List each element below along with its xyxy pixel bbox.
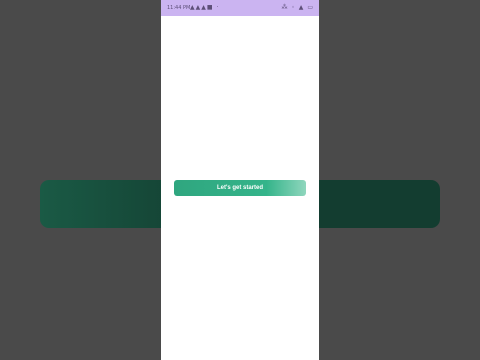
notification-icons: ▲▲▲■ · <box>190 4 220 11</box>
status-time: 11:44 PM <box>167 5 191 11</box>
get-started-button[interactable]: Let's get started <box>174 180 306 196</box>
phone-screen: 11:44 PM ▲▲▲■ · ⁂ ◦ ▲ ▭ Let's get starte… <box>161 0 319 360</box>
status-bar: 11:44 PM ▲▲▲■ · ⁂ ◦ ▲ ▭ <box>161 0 319 16</box>
system-icons: ⁂ ◦ ▲ ▭ <box>281 4 314 11</box>
